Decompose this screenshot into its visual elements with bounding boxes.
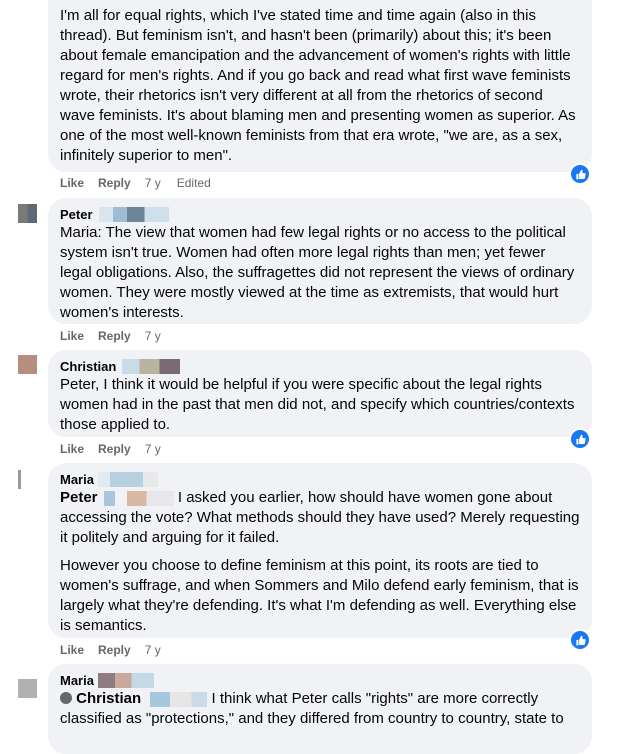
reply-button[interactable]: Reply: [98, 643, 131, 657]
like-button[interactable]: Like: [60, 643, 84, 657]
edited-label: Edited: [176, 176, 211, 190]
author-name[interactable]: Maria: [60, 471, 94, 488]
verified-icon: [60, 692, 72, 704]
comment-actions: Like Reply 7 y: [60, 643, 177, 657]
commenter-name[interactable]: Maria: [60, 471, 580, 488]
author-name[interactable]: Maria: [60, 672, 94, 689]
comment-bubble: Maria Christian I think what Peter calls…: [48, 664, 592, 754]
mention-link[interactable]: Peter: [60, 489, 98, 506]
comment-actions: Like Reply 7 y: [60, 442, 177, 456]
name-redaction: [145, 691, 208, 707]
avatar[interactable]: [18, 679, 37, 698]
comment-bubble: Christian Peter, I think it would be hel…: [48, 350, 592, 437]
reply-button[interactable]: Reply: [98, 442, 131, 456]
author-name[interactable]: Peter: [60, 206, 93, 223]
commenter-name[interactable]: Peter: [60, 206, 580, 223]
name-redaction: [97, 472, 158, 487]
comment-actions: Like Reply 7 y Edited: [60, 176, 211, 190]
comment-text: However you choose to define feminism at…: [60, 557, 579, 634]
reply-button[interactable]: Reply: [98, 176, 131, 190]
comment-timestamp[interactable]: 7 y: [145, 176, 161, 190]
comment-text: I'm all for equal rights, which I've sta…: [60, 7, 576, 164]
comment-actions: Like Reply 7 y: [60, 329, 177, 343]
author-name[interactable]: Christian: [60, 358, 116, 375]
like-reaction-icon[interactable]: [569, 428, 591, 450]
avatar[interactable]: [18, 470, 21, 489]
like-reaction-icon[interactable]: [569, 163, 591, 185]
reply-button[interactable]: Reply: [98, 329, 131, 343]
commenter-name[interactable]: Christian: [60, 358, 580, 375]
comment-bubble: I'm all for equal rights, which I've sta…: [48, 0, 592, 172]
like-reaction-icon[interactable]: [569, 629, 591, 651]
comment-bubble: Maria Peter I asked you earlier, how sho…: [48, 463, 592, 638]
name-redaction: [97, 673, 154, 688]
comment-timestamp[interactable]: 7 y: [145, 643, 161, 657]
name-redaction: [98, 207, 169, 222]
comment-bubble: Peter Maria: The view that women had few…: [48, 198, 592, 324]
name-redaction: [122, 359, 181, 374]
comment-timestamp[interactable]: 7 y: [145, 442, 161, 456]
avatar[interactable]: [18, 355, 37, 374]
comment-timestamp[interactable]: 7 y: [145, 329, 161, 343]
commenter-name[interactable]: Maria: [60, 672, 580, 689]
like-button[interactable]: Like: [60, 329, 84, 343]
name-redaction: [101, 490, 174, 506]
like-button[interactable]: Like: [60, 442, 84, 456]
like-button[interactable]: Like: [60, 176, 84, 190]
avatar[interactable]: [18, 204, 37, 223]
comment-text: Maria: The view that women had few legal…: [60, 224, 575, 321]
mention-link[interactable]: Christian: [76, 690, 141, 707]
comment-text: Peter, I think it would be helpful if yo…: [60, 376, 575, 433]
